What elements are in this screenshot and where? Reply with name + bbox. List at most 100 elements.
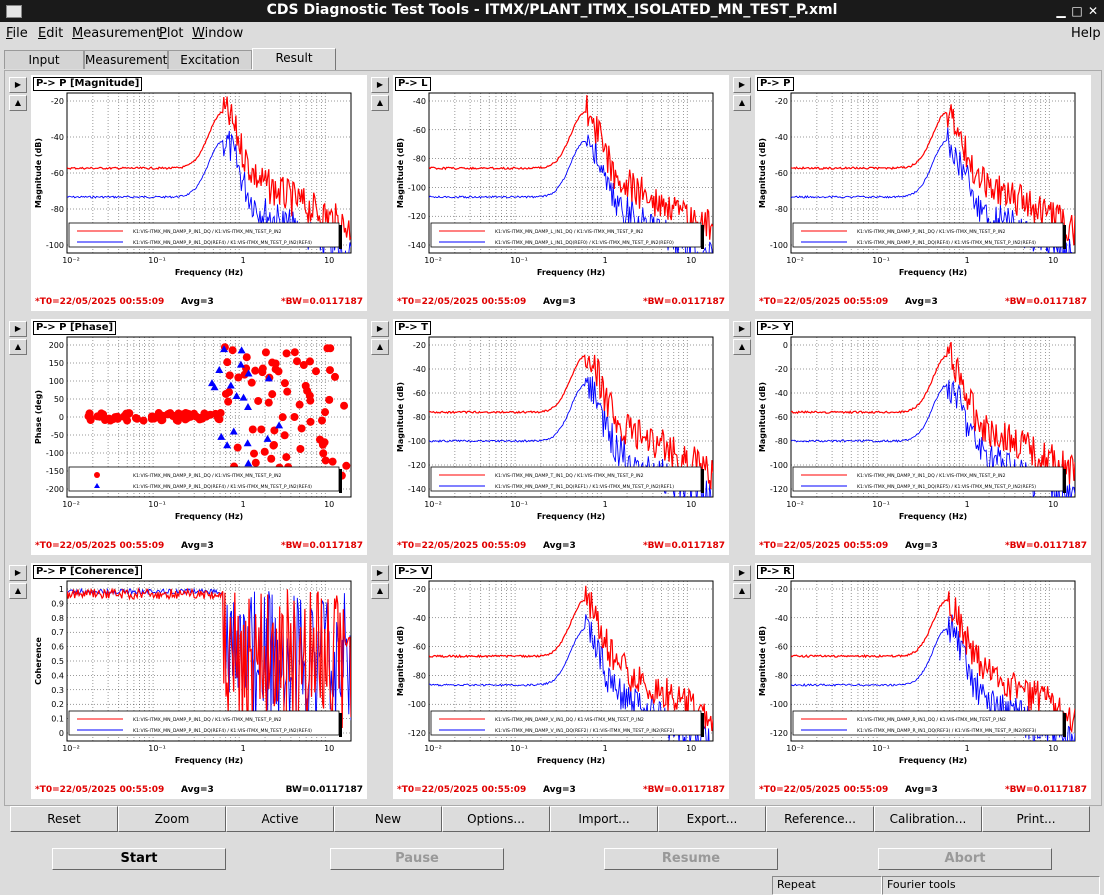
x-axis-label: Frequency (Hz) — [537, 756, 605, 765]
plot-expand-button[interactable]: ▶ — [733, 565, 751, 581]
plot-canvas: -20 -40 -60 -80 -100 10⁻² 10⁻¹ 1 10 Frequency (Hz… — [758, 92, 1076, 277]
phase-point — [280, 431, 289, 440]
maximize-icon[interactable]: □ — [1070, 4, 1084, 18]
plot-button-row: Reset Zoom Active New Options... Import.… — [10, 806, 1092, 832]
x-tick-label: 10⁻² — [786, 256, 804, 265]
plot-canvas: -20 -40 -60 -80 -100 -120 -140 10⁻² 10⁻¹ 1 10 Frequ… — [396, 336, 714, 521]
tab-excitation[interactable]: Excitation — [168, 50, 252, 69]
plot-panel[interactable]: -20 -40 -60 -80 -100 -120 -140 10⁻² 10⁻¹ 1 10 Frequ… — [393, 319, 729, 555]
plot-title: P-> L — [395, 77, 431, 91]
y-tick-label: -20 — [51, 97, 64, 106]
x-tick-label: 10 — [1048, 744, 1058, 753]
phase-point — [306, 417, 315, 426]
import-button[interactable]: Import... — [550, 806, 658, 832]
x-tick-label: 10⁻¹ — [872, 256, 890, 265]
status-repeat: Repeat — [772, 876, 882, 895]
phase-point — [311, 367, 320, 376]
new-button[interactable]: New — [334, 806, 442, 832]
plot-collapse-button[interactable]: ▲ — [9, 339, 27, 355]
export-button[interactable]: Export... — [658, 806, 766, 832]
menu-file[interactable]: File — [6, 26, 28, 41]
plot-panel[interactable]: 1 0.9 0.8 0.7 0.6 0.5 0.4 0.3 0.2 0.1 0 10⁻² 10⁻¹ 1 10… — [31, 563, 367, 799]
phase-point — [297, 424, 306, 433]
phase-point — [247, 378, 256, 387]
plot-footer: *T0=22/05/2025 00:55:09 Avg=3 *BW=0.011718… — [393, 785, 729, 797]
y-tick-label: 0.2 — [51, 700, 64, 709]
plot-expand-button[interactable]: ▶ — [371, 321, 389, 337]
phase-point — [326, 344, 335, 353]
y-tick-label: -200 — [46, 485, 64, 494]
pause-button[interactable]: Pause — [330, 848, 504, 870]
plot-average: Avg=3 — [905, 541, 938, 551]
menu-window[interactable]: Window — [192, 26, 243, 41]
menu-edit[interactable]: Edit — [38, 26, 63, 41]
menu-measurement[interactable]: Measurement — [72, 26, 161, 41]
plot-expand-button[interactable]: ▶ — [9, 321, 27, 337]
plot-footer: *T0=22/05/2025 00:55:09 Avg=3 BW=0.0117187 — [31, 785, 367, 797]
print-button[interactable]: Print... — [982, 806, 1090, 832]
plot-panel[interactable]: 0 -20 -40 -60 -80 -100 -120 10⁻² 10⁻¹ 1 10 Frequenc… — [755, 319, 1091, 555]
plot-panel[interactable]: -20 -40 -60 -80 -100 -120 10⁻² 10⁻¹ 1 10 Frequency… — [393, 563, 729, 799]
plot-collapse-button[interactable]: ▲ — [9, 583, 27, 599]
phase-point — [120, 411, 129, 420]
plot-expand-button[interactable]: ▶ — [733, 321, 751, 337]
plot-collapse-button[interactable]: ▲ — [733, 339, 751, 355]
legend-entry: K1:VIS-ITMX_MN_DAMP_P_IN1_DQ / K1:VIS-IT… — [133, 229, 282, 235]
active-button[interactable]: Active — [226, 806, 334, 832]
plot-panel[interactable]: -20 -40 -60 -80 -100 -120 10⁻² 10⁻¹ 1 10 Frequency… — [755, 563, 1091, 799]
resume-button[interactable]: Resume — [604, 848, 778, 870]
legend-entry: K1:VIS-ITMX_MN_DAMP_R_IN1_DQ / K1:VIS-IT… — [857, 717, 1006, 723]
legend-entry: K1:VIS-ITMX_MN_DAMP_Y_IN1_DQ(REF5) / K1:… — [857, 484, 1036, 490]
abort-button[interactable]: Abort — [878, 848, 1052, 870]
tab-measurement[interactable]: Measurement — [84, 50, 168, 69]
y-axis-label: Magnitude (dB) — [396, 382, 405, 452]
y-tick-label: -120 — [408, 461, 426, 470]
plot-panel[interactable]: -20 -40 -60 -80 -100 10⁻² 10⁻¹ 1 10 Frequency (Hz… — [31, 75, 367, 311]
plot-panel[interactable]: -20 -40 -60 -80 -100 10⁻² 10⁻¹ 1 10 Frequency (Hz… — [755, 75, 1091, 311]
y-tick-label: -80 — [775, 437, 788, 446]
y-tick-label: -20 — [413, 585, 426, 594]
plot-collapse-button[interactable]: ▲ — [9, 95, 27, 111]
plot-footer: *T0=22/05/2025 00:55:09 Avg=3 *BW=0.011718… — [393, 541, 729, 553]
close-icon[interactable]: ✕ — [1086, 4, 1100, 18]
phase-point — [260, 447, 269, 456]
plot-collapse-button[interactable]: ▲ — [733, 583, 751, 599]
plot-expand-button[interactable]: ▶ — [371, 565, 389, 581]
y-tick-label: -100 — [46, 241, 64, 250]
tab-result[interactable]: Result — [252, 48, 336, 71]
x-tick-label: 10⁻² — [786, 500, 804, 509]
plot-collapse-button[interactable]: ▲ — [733, 95, 751, 111]
plot-collapse-button[interactable]: ▲ — [371, 95, 389, 111]
tab-input[interactable]: Input — [4, 50, 84, 69]
minimize-icon[interactable]: ▁ — [1054, 4, 1068, 18]
start-button[interactable]: Start — [52, 848, 226, 870]
menu-plot[interactable]: Plot — [159, 26, 184, 41]
plot-average: Avg=3 — [543, 785, 576, 795]
plot-panel[interactable]: 200 150 100 50 0 -50 -100 -150 -200 10⁻² 10⁻¹ 1 10 Fr… — [31, 319, 367, 555]
plot-expand-button[interactable]: ▶ — [371, 77, 389, 93]
legend-entry: K1:VIS-ITMX_MN_DAMP_P_IN1_DQ(REF4) / K1:… — [133, 484, 312, 490]
options-button[interactable]: Options... — [442, 806, 550, 832]
x-axis-label: Frequency (Hz) — [899, 268, 967, 277]
plot-collapse-button[interactable]: ▲ — [371, 583, 389, 599]
x-tick-label: 10⁻² — [424, 500, 442, 509]
phase-point — [325, 395, 334, 404]
plot-timestamp: *T0=22/05/2025 00:55:09 — [759, 297, 889, 307]
x-tick-label: 1 — [603, 256, 608, 265]
zoom-button[interactable]: Zoom — [118, 806, 226, 832]
x-tick-label: 10⁻² — [424, 256, 442, 265]
plot-collapse-button[interactable]: ▲ — [371, 339, 389, 355]
plot-panel[interactable]: -40 -60 -80 -100 -120 -140 10⁻² 10⁻¹ 1 10 Frequenc… — [393, 75, 729, 311]
x-tick-label: 1 — [965, 744, 970, 753]
menu-help[interactable]: Help — [1071, 26, 1101, 41]
plot-timestamp: *T0=22/05/2025 00:55:09 — [35, 297, 165, 307]
reset-button[interactable]: Reset — [10, 806, 118, 832]
phase-point — [278, 413, 287, 422]
plot-expand-button[interactable]: ▶ — [9, 77, 27, 93]
calibration-button[interactable]: Calibration... — [874, 806, 982, 832]
plot-expand-button[interactable]: ▶ — [9, 565, 27, 581]
y-tick-label: -100 — [770, 700, 788, 709]
plot-expand-button[interactable]: ▶ — [733, 77, 751, 93]
plot-bandwidth: *BW=0.0117187 — [280, 297, 363, 307]
reference-button[interactable]: Reference... — [766, 806, 874, 832]
